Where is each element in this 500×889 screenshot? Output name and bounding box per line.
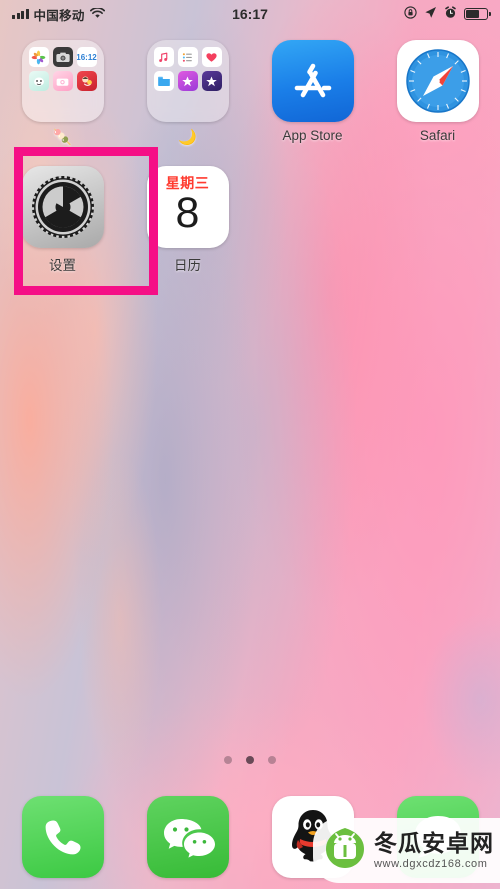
folder-1-icon[interactable]: 16:12 [21, 40, 104, 122]
calendar-day-number: 8 [175, 189, 200, 237]
app-cell-folder-1[interactable]: 16:12 🍡 [0, 40, 125, 146]
itunes-store-icon [177, 71, 198, 91]
page-indicator[interactable] [0, 756, 500, 764]
dock-cell-phone[interactable] [0, 795, 125, 878]
folder-2-label: 🌙 [178, 129, 197, 146]
android-melon-logo-icon [323, 826, 367, 875]
page-dot-3[interactable] [268, 756, 276, 764]
app-store-icon[interactable] [271, 40, 354, 122]
location-arrow-icon [424, 6, 437, 22]
wechat-bubbles-icon[interactable] [146, 795, 229, 878]
phone-handset-icon[interactable] [21, 795, 104, 878]
white-app-icon [28, 71, 49, 91]
photos-icon [28, 47, 49, 67]
music-icon [153, 47, 174, 67]
app-row-1: 16:12 🍡 🌙 App Store Safari [0, 40, 500, 146]
app-cell-app-store[interactable]: App Store [250, 40, 375, 146]
watermark-title: 冬瓜安卓网 [374, 829, 494, 856]
files-icon [153, 71, 174, 91]
app-row-2: 设置 星期三 8 日历 [0, 166, 500, 274]
watermark-text: 冬瓜安卓网 www.dgxcdz168.com [374, 829, 494, 870]
calendar-label: 日历 [174, 258, 201, 273]
page-dot-1[interactable] [224, 756, 232, 764]
watermark-url: www.dgxcdz168.com [374, 857, 488, 870]
clock-icon: 16:12 [76, 47, 97, 67]
health-icon [201, 47, 222, 67]
app-cell-calendar[interactable]: 星期三 8 日历 [125, 166, 250, 274]
dock-cell-wechat[interactable] [125, 795, 250, 878]
status-bar: 中国移动 16:17 [0, 0, 500, 28]
calendar-icon[interactable]: 星期三 8 [146, 166, 229, 248]
camera-icon [52, 47, 73, 67]
folder-1-label: 🍡 [53, 129, 72, 146]
folder-2-icon[interactable] [146, 40, 229, 122]
settings-gear-icon[interactable] [21, 166, 104, 248]
app-cell-safari[interactable]: Safari [375, 40, 500, 146]
app-grid: 16:12 🍡 🌙 App Store Safari 设置 星期三 8 日历 [0, 40, 500, 274]
site-watermark: 冬瓜安卓网 www.dgxcdz168.com [313, 818, 500, 883]
alarm-clock-icon [444, 6, 457, 22]
imovie-icon [201, 71, 222, 91]
status-bar-right [404, 6, 491, 22]
app-cell-settings[interactable]: 设置 [0, 166, 125, 274]
app-cell-folder-2[interactable]: 🌙 [125, 40, 250, 146]
page-dot-2[interactable] [246, 756, 254, 764]
pink-camera-icon [52, 71, 73, 91]
reminders-icon [177, 47, 198, 67]
app-store-label: App Store [282, 128, 343, 143]
battery-icon [464, 8, 491, 20]
red-app-icon [76, 71, 97, 91]
safari-label: Safari [419, 128, 456, 143]
rotation-lock-icon [404, 6, 417, 22]
settings-label: 设置 [49, 258, 76, 273]
safari-compass-icon[interactable] [396, 40, 479, 122]
